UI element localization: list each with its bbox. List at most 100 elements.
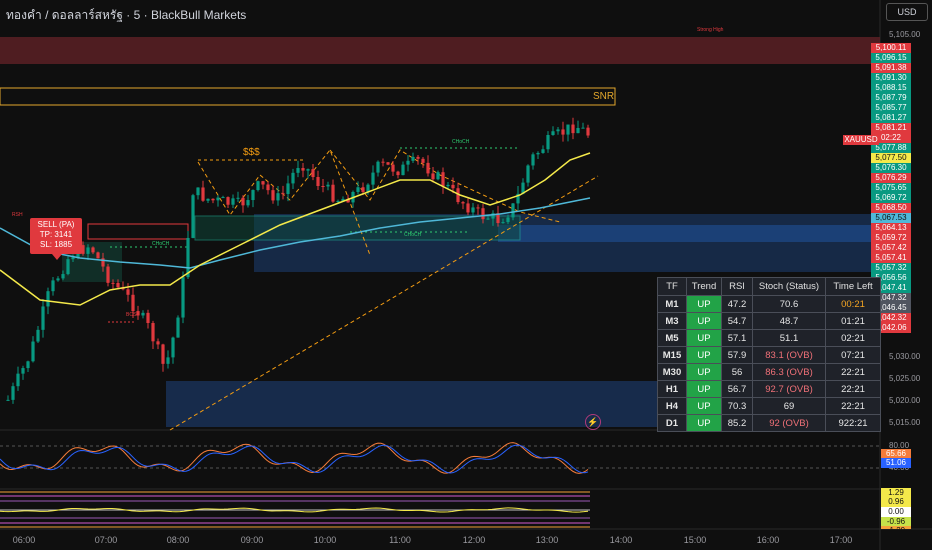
- row-rsi: 70.3: [721, 397, 753, 415]
- candle-body: [26, 361, 30, 369]
- candle-body: [11, 386, 15, 400]
- price-tick: 5,105.00: [889, 30, 921, 39]
- candle-body: [206, 198, 210, 201]
- row-stoch: 51.1: [752, 329, 826, 347]
- chart-title[interactable]: ทองคำ / ดอลลาร์สหรัฐ · 5 · BlackBull Mar…: [6, 6, 246, 25]
- candle-body: [446, 184, 450, 187]
- row-time-left: 07:21: [825, 346, 881, 364]
- row-tf: H1: [657, 380, 687, 398]
- choch-label-1: CHoCH: [452, 139, 470, 145]
- candle-body: [46, 291, 50, 307]
- row-time-left: 922:21: [825, 414, 881, 432]
- col-header-rsi: RSI: [721, 277, 753, 296]
- price-tag: 5,076.30: [871, 163, 911, 173]
- candle-body: [186, 237, 190, 278]
- timeframe-status-table: TF Trend RSI Stoch (Status) Time Left M1…: [657, 277, 881, 432]
- candle-body: [116, 282, 120, 288]
- col-header-tf: TF: [657, 277, 687, 296]
- candle-body: [401, 164, 405, 176]
- candle-body: [371, 172, 375, 185]
- price-chart[interactable]: [0, 0, 932, 550]
- candle-body: [526, 165, 530, 183]
- bos-label: BOS: [126, 312, 137, 318]
- candle-body: [566, 124, 570, 135]
- price-tag: 5,087.79: [871, 93, 911, 103]
- snr-label: SNR: [593, 91, 615, 102]
- candle-body: [231, 198, 235, 205]
- candle-body: [41, 306, 45, 330]
- table-header-row: TF Trend RSI Stoch (Status) Time Left: [657, 277, 881, 296]
- col-header-stoch: Stoch (Status): [752, 277, 826, 296]
- price-tag: 5,091.38: [871, 63, 911, 73]
- currency-button[interactable]: USD: [886, 3, 928, 21]
- row-rsi: 57.9: [721, 346, 753, 364]
- row-tf: H4: [657, 397, 687, 415]
- price-tag: 5,081.21: [871, 123, 911, 133]
- candle-body: [226, 197, 230, 205]
- candle-body: [481, 208, 485, 220]
- col-header-time-left: Time Left: [825, 277, 881, 296]
- candle-body: [376, 161, 380, 173]
- candle-body: [291, 172, 295, 184]
- candle-body: [306, 169, 310, 171]
- candle-body: [161, 344, 165, 364]
- candle-body: [426, 162, 430, 174]
- time-tick: 12:00: [462, 535, 486, 545]
- candle-body: [261, 181, 265, 185]
- demand-zone-mid: [498, 225, 880, 242]
- price-tag: 5,068.50: [871, 203, 911, 213]
- choch-label-2: CHoCH: [152, 241, 170, 247]
- candle-body: [321, 186, 325, 188]
- row-time-left: 00:21: [825, 295, 881, 313]
- candle-body: [511, 203, 515, 218]
- candle-body: [361, 187, 365, 192]
- row-stoch: 92 (OVB): [752, 414, 826, 432]
- candle-body: [411, 156, 415, 161]
- row-stoch: 83.1 (OVB): [752, 346, 826, 364]
- table-row: M30 UP 56 86.3 (OVB) 22:21: [657, 363, 881, 381]
- candle-body: [211, 198, 215, 201]
- row-time-left: 22:21: [825, 380, 881, 398]
- table-row: D1 UP 85.2 92 (OVB) 922:21: [657, 414, 881, 432]
- candle-body: [441, 172, 445, 187]
- candle-body: [31, 341, 35, 362]
- sell-line-1: SELL (PA): [37, 220, 75, 229]
- candle-body: [21, 368, 25, 374]
- rsh-label: RSH: [12, 212, 23, 218]
- candle-body: [536, 152, 540, 155]
- candle-body: [546, 135, 550, 150]
- candle-body: [461, 202, 465, 204]
- candle-body: [271, 190, 275, 201]
- price-tag: 5,075.65: [871, 183, 911, 193]
- candle-body: [551, 131, 555, 136]
- table-row: M1 UP 47.2 70.6 00:21: [657, 295, 881, 313]
- candle-body: [96, 252, 100, 259]
- candle-body: [196, 187, 200, 196]
- candle-body: [431, 173, 435, 180]
- row-trend: UP: [686, 329, 722, 347]
- row-stoch: 48.7: [752, 312, 826, 330]
- row-tf: M30: [657, 363, 687, 381]
- row-time-left: 22:21: [825, 363, 881, 381]
- sss-label: $$$: [243, 147, 260, 158]
- row-tf: M1: [657, 295, 687, 313]
- price-tick: 5,020.00: [889, 396, 921, 405]
- candle-body: [191, 195, 195, 238]
- candle-body: [66, 259, 70, 275]
- price-tag: 5,059.72: [871, 233, 911, 243]
- price-tag: 5,057.41: [871, 253, 911, 263]
- time-tick: 11:00: [389, 535, 411, 545]
- order-block-red: [87, 223, 189, 240]
- symbol-tag: XAUUSD: [843, 135, 879, 145]
- candle-body: [166, 357, 170, 364]
- choch-label-3: CHoCH: [404, 232, 422, 238]
- row-trend: UP: [686, 312, 722, 330]
- lightning-icon[interactable]: ⚡: [585, 414, 601, 430]
- price-tick: 5,015.00: [889, 418, 921, 427]
- candle-body: [56, 278, 60, 281]
- sell-line-2: TP: 3141: [39, 230, 73, 239]
- price-tag: 5,085.77: [871, 103, 911, 113]
- candle-body: [246, 200, 250, 206]
- candle-body: [276, 193, 280, 201]
- candle-body: [381, 161, 385, 163]
